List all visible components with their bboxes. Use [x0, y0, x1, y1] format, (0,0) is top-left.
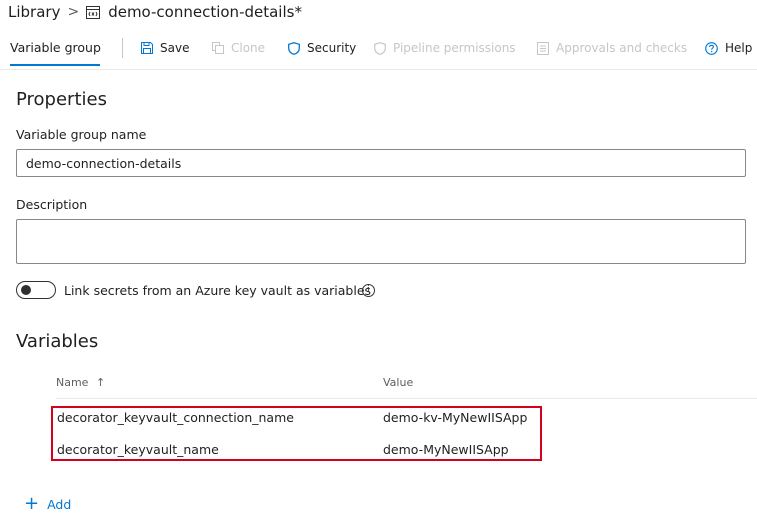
- security-button[interactable]: Security: [288, 40, 356, 56]
- link-secrets-toggle[interactable]: [16, 281, 56, 299]
- checklist-icon: [537, 41, 549, 55]
- sort-ascending-icon: ↑: [95, 376, 106, 389]
- save-button-label: Save: [160, 41, 190, 55]
- help-button[interactable]: Help: [705, 40, 752, 56]
- save-button[interactable]: Save: [141, 40, 189, 56]
- breadcrumb-separator: >: [67, 4, 80, 20]
- description-input[interactable]: [16, 219, 746, 264]
- column-header-name-label: Name: [56, 376, 89, 389]
- link-secrets-label: Link secrets from an Azure key vault as …: [64, 283, 372, 298]
- tab-active-indicator: [10, 64, 100, 66]
- add-variable-label: Add: [47, 496, 72, 512]
- clone-button-label: Clone: [231, 41, 266, 55]
- breadcrumb: Library > demo-connection-details*: [8, 0, 302, 24]
- breadcrumb-library-link[interactable]: Library: [8, 3, 60, 21]
- tab-variable-group[interactable]: Variable group: [10, 33, 101, 67]
- variable-group-icon: [86, 5, 101, 19]
- shield-icon: [288, 41, 300, 55]
- shield-icon: [374, 41, 386, 55]
- properties-heading: Properties: [16, 89, 107, 110]
- info-icon[interactable]: i: [362, 284, 375, 297]
- column-header-value[interactable]: Value: [383, 376, 413, 389]
- pipeline-permissions-label: Pipeline permissions: [393, 41, 516, 55]
- approvals-and-checks-button[interactable]: Approvals and checks: [537, 40, 687, 56]
- add-variable-button[interactable]: + Add: [24, 493, 72, 514]
- table-header-divider: [56, 398, 757, 399]
- highlight-box: [51, 406, 542, 461]
- description-label: Description: [16, 197, 88, 212]
- variable-group-name-value: demo-connection-details: [26, 155, 182, 171]
- save-icon: [141, 42, 153, 54]
- approvals-and-checks-label: Approvals and checks: [556, 41, 688, 55]
- plus-icon: +: [24, 493, 40, 514]
- toolbar-separator: [0, 69, 757, 70]
- variable-group-name-input[interactable]: demo-connection-details: [16, 149, 746, 177]
- pipeline-permissions-button[interactable]: Pipeline permissions: [374, 40, 516, 56]
- breadcrumb-group-name: demo-connection-details*: [108, 3, 302, 21]
- clone-button[interactable]: Clone: [212, 40, 265, 56]
- help-icon: [705, 41, 718, 55]
- variables-heading: Variables: [16, 331, 99, 352]
- clone-icon: [212, 42, 224, 54]
- help-button-label: Help: [725, 41, 753, 55]
- toolbar-divider: [122, 38, 123, 58]
- security-button-label: Security: [307, 41, 357, 55]
- toggle-knob: [21, 285, 31, 295]
- toolbar: Variable group Save Clone Security Pipel…: [0, 33, 757, 69]
- column-header-name[interactable]: Name ↑: [56, 376, 105, 389]
- variable-group-name-label: Variable group name: [16, 127, 147, 142]
